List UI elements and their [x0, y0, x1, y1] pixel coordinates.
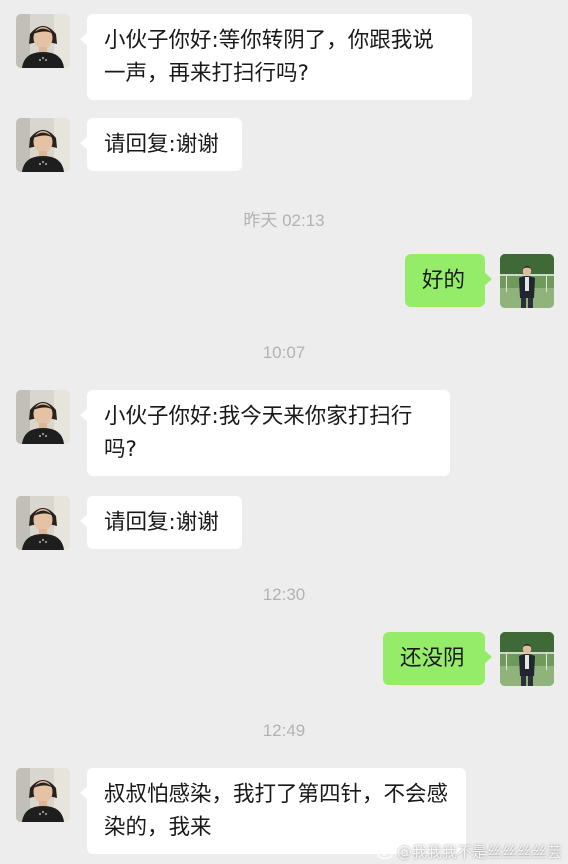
contact-avatar[interactable]	[16, 14, 70, 68]
timestamp: 12:49	[262, 721, 306, 740]
woman-avatar-icon	[16, 768, 70, 822]
man-avatar-icon	[500, 632, 554, 686]
contact-avatar[interactable]	[16, 768, 70, 822]
my-avatar[interactable]	[500, 254, 554, 308]
contact-avatar[interactable]	[16, 496, 70, 550]
my-avatar[interactable]	[500, 632, 554, 686]
incoming-message-bubble[interactable]: 小伙子你好:我今天来你家打扫行吗?	[80, 390, 450, 476]
incoming-message-bubble[interactable]: 请回复:谢谢	[80, 118, 242, 171]
woman-avatar-icon	[16, 390, 70, 444]
weibo-watermark: @我我我不是丝丝丝丝芸	[377, 841, 562, 862]
weibo-logo-icon	[377, 846, 394, 859]
contact-avatar[interactable]	[16, 390, 70, 444]
woman-avatar-icon	[16, 496, 70, 550]
man-avatar-icon	[500, 254, 554, 308]
incoming-message-bubble[interactable]: 小伙子你好:等你转阴了，你跟我说一声，再来打扫行吗?	[80, 14, 472, 100]
outgoing-message-bubble[interactable]: 好的	[405, 254, 492, 307]
timestamp: 昨天 02:13	[243, 211, 325, 230]
contact-avatar[interactable]	[16, 118, 70, 172]
timestamp: 12:30	[262, 585, 306, 604]
outgoing-message-bubble[interactable]: 还没阴	[383, 632, 492, 685]
woman-avatar-icon	[16, 118, 70, 172]
incoming-message-bubble[interactable]: 请回复:谢谢	[80, 496, 242, 549]
watermark-text: @我我我不是丝丝丝丝芸	[396, 843, 562, 861]
woman-avatar-icon	[16, 14, 70, 68]
timestamp: 10:07	[262, 343, 306, 362]
